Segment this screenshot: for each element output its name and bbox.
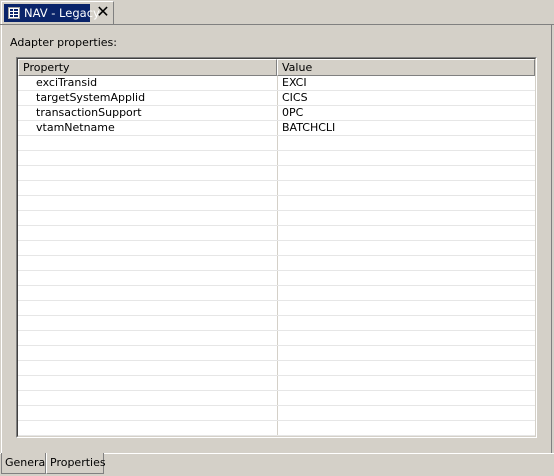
table-row[interactable]: vtamNetname BATCHCLI — [18, 121, 535, 136]
table-row-empty[interactable] — [18, 391, 535, 406]
table-row-empty[interactable] — [18, 406, 535, 421]
table-row-empty[interactable] — [18, 376, 535, 391]
tab-properties[interactable]: Properties — [46, 453, 106, 474]
close-icon[interactable]: ✕ — [94, 3, 112, 21]
property-value[interactable]: BATCHCLI — [282, 121, 335, 136]
page-tab-strip: General Properties — [0, 453, 554, 476]
property-name: vtamNetname — [36, 121, 115, 134]
table-header: Property Value — [18, 59, 535, 76]
table-row-empty[interactable] — [18, 421, 535, 436]
adapter-properties-label: Adapter properties: — [10, 36, 117, 49]
table-row-empty[interactable] — [18, 301, 535, 316]
editor-tab-strip: NAV - Legacy ✕ — [0, 0, 554, 25]
editor-tab-highlight[interactable]: NAV - Legacy — [4, 4, 100, 22]
table-row[interactable]: exciTransid EXCI — [18, 76, 535, 91]
table-row-empty[interactable] — [18, 286, 535, 301]
table-row-empty[interactable] — [18, 181, 535, 196]
table-row-empty[interactable] — [18, 196, 535, 211]
table-row-empty[interactable] — [18, 316, 535, 331]
table-row-empty[interactable] — [18, 166, 535, 181]
table-row-empty[interactable] — [18, 226, 535, 241]
tab-general[interactable]: General — [1, 453, 48, 474]
property-value[interactable]: 0PC — [282, 106, 303, 121]
property-name: transactionSupport — [36, 106, 142, 119]
property-value[interactable]: CICS — [282, 91, 308, 106]
table-row-empty[interactable] — [18, 241, 535, 256]
table-row-empty[interactable] — [18, 256, 535, 271]
column-header-value[interactable]: Value — [277, 59, 535, 76]
property-value[interactable]: EXCI — [282, 76, 307, 91]
editor-tab-title: NAV - Legacy — [24, 6, 100, 20]
table-row-empty[interactable] — [18, 211, 535, 226]
editor-tab[interactable]: NAV - Legacy ✕ — [1, 1, 114, 24]
column-header-property[interactable]: Property — [18, 59, 277, 76]
property-name: exciTransid — [36, 76, 98, 89]
table-row-empty[interactable] — [18, 361, 535, 376]
table-row-empty[interactable] — [18, 151, 535, 166]
table-body: exciTransid EXCI targetSystemApplid CICS tra… — [18, 76, 535, 436]
table-row-empty[interactable] — [18, 136, 535, 151]
editor-file-icon — [8, 7, 20, 19]
table-row[interactable]: transactionSupport 0PC — [18, 106, 535, 121]
table-row-empty[interactable] — [18, 271, 535, 286]
table-row-empty[interactable] — [18, 331, 535, 346]
table-row-empty[interactable] — [18, 346, 535, 361]
table-row[interactable]: targetSystemApplid CICS — [18, 91, 535, 106]
property-name: targetSystemApplid — [36, 91, 146, 104]
properties-table: Property Value exciTransid EXCI targetSyst… — [16, 57, 537, 438]
